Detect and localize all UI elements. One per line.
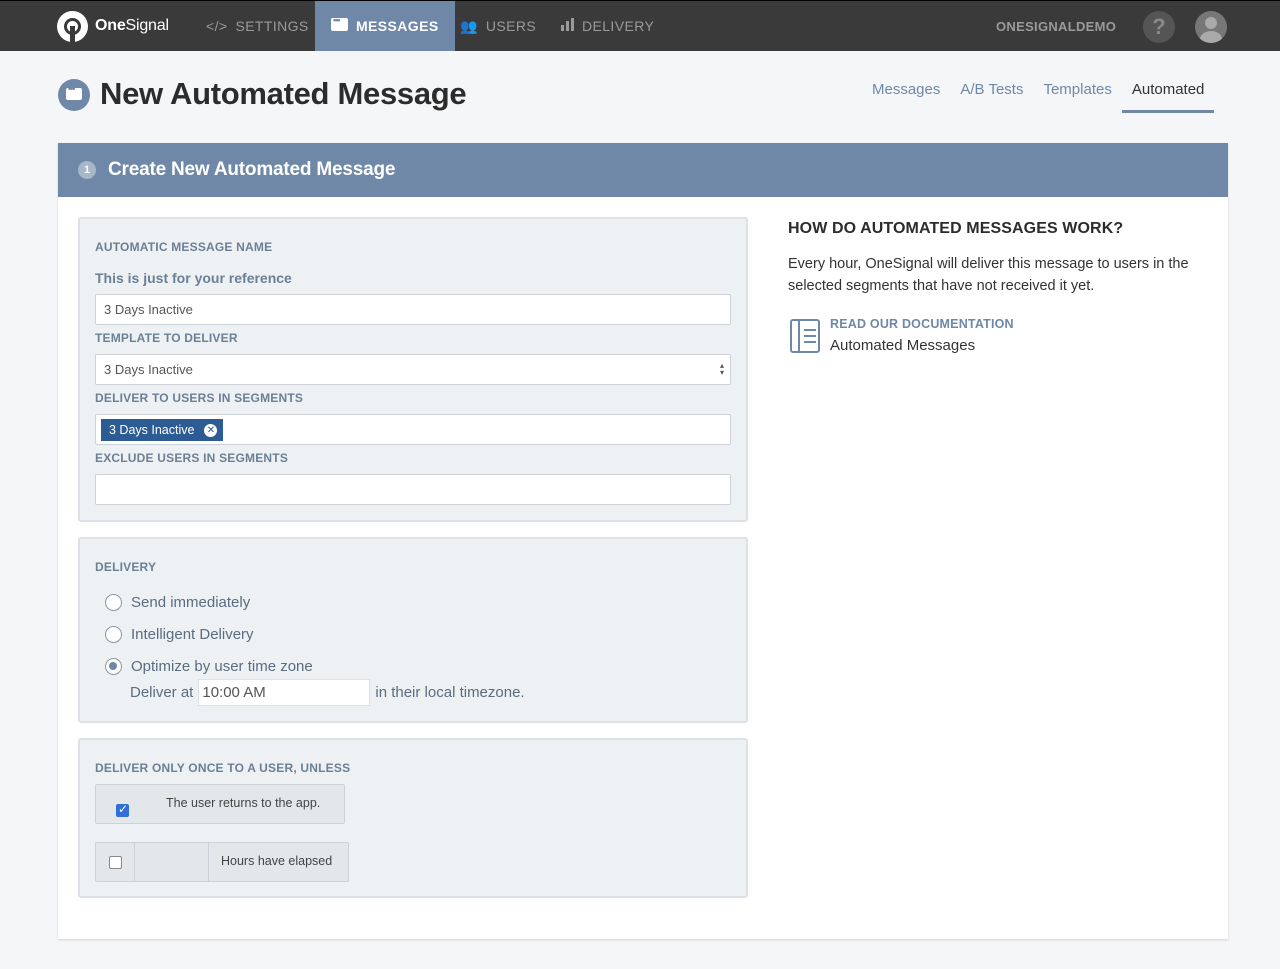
users-icon: 👥 <box>460 17 478 34</box>
account-name[interactable]: ONESIGNALDEMO <box>996 19 1116 34</box>
segment-tag: 3 Days Inactive ✕ <box>101 419 224 441</box>
deliver-once-panel: DELIVER ONLY ONCE TO A USER, UNLESS The … <box>78 738 748 898</box>
returns-text: The user returns to the app. <box>166 796 321 810</box>
nav-users[interactable]: 👥 USERS <box>460 1 536 51</box>
template-select[interactable]: 3 Days Inactive <box>95 354 731 385</box>
segments-input[interactable]: 3 Days Inactive ✕ <box>95 414 731 445</box>
nav-messages[interactable]: MESSAGES <box>315 1 455 51</box>
tab-ab-tests[interactable]: A/B Tests <box>950 68 1033 113</box>
message-bubble-icon <box>58 79 90 111</box>
create-message-card: 1 Create New Automated Message AUTOMATIC… <box>58 143 1228 939</box>
help-icon[interactable]: ? <box>1143 11 1175 43</box>
message-name-input[interactable]: 3 Days Inactive <box>95 294 731 325</box>
top-nav: OneSignal </> SETTINGS MESSAGES 👥 USERS … <box>0 0 1280 51</box>
tab-automated[interactable]: Automated <box>1121 68 1215 113</box>
hours-checkbox-group: Hours have elapsed <box>95 842 349 882</box>
tab-templates[interactable]: Templates <box>1033 68 1121 113</box>
card-header: 1 Create New Automated Message <box>58 143 1228 197</box>
deliver-at-prefix: Deliver at <box>130 684 194 701</box>
card-title: Create New Automated Message <box>108 159 396 180</box>
nav-delivery[interactable]: DELIVERY <box>561 1 654 51</box>
radio-optimize-timezone[interactable]: Optimize by user time zone <box>105 658 313 675</box>
documentation-link[interactable]: READ OUR DOCUMENTATION <box>830 317 1014 331</box>
onesignal-logo[interactable]: OneSignal <box>57 9 169 43</box>
exclude-label: EXCLUDE USERS IN SEGMENTS <box>95 451 289 465</box>
deliver-at-suffix: in their local timezone. <box>375 684 525 701</box>
onesignal-logo-icon <box>57 10 88 42</box>
hours-input[interactable] <box>134 843 209 881</box>
radio-intelligent-delivery[interactable]: Intelligent Delivery <box>105 626 254 643</box>
brand-name: OneSignal <box>95 17 169 34</box>
returns-checkbox-group[interactable]: The user returns to the app. <box>95 784 345 824</box>
nav-settings[interactable]: </> SETTINGS <box>206 1 309 51</box>
hours-checkbox[interactable] <box>109 856 122 869</box>
message-icon <box>331 15 348 34</box>
deliver-time-input[interactable]: 10:00 AM <box>198 679 371 706</box>
step-number-badge: 1 <box>78 161 96 179</box>
remove-tag-icon[interactable]: ✕ <box>204 423 218 437</box>
help-description: Every hour, OneSignal will deliver this … <box>788 256 1189 294</box>
nav-settings-label: SETTINGS <box>235 18 309 34</box>
deliver-once-label: DELIVER ONLY ONCE TO A USER, UNLESS <box>95 761 351 775</box>
documentation-subtitle[interactable]: Automated Messages <box>830 337 975 354</box>
nav-messages-label: MESSAGES <box>356 18 439 34</box>
radio-label: Intelligent Delivery <box>131 626 254 643</box>
sub-tabs: Messages A/B Tests Templates Automated <box>862 68 1215 113</box>
returns-checkbox[interactable] <box>116 802 129 817</box>
deliver-at-row: Deliver at 10:00 AM in their local timez… <box>130 679 525 706</box>
segment-tag-label: 3 Days Inactive <box>109 423 195 437</box>
name-hint: This is just for your reference <box>95 270 292 286</box>
exclude-segments-input[interactable] <box>95 474 731 505</box>
radio-send-immediately[interactable]: Send immediately <box>105 594 250 611</box>
radio-button[interactable] <box>105 626 122 643</box>
tab-messages[interactable]: Messages <box>862 68 950 113</box>
template-label: TEMPLATE TO DELIVER <box>95 331 238 345</box>
help-title: HOW DO AUTOMATED MESSAGES WORK? <box>788 220 1124 237</box>
radio-label: Optimize by user time zone <box>131 658 313 675</box>
nav-delivery-label: DELIVERY <box>582 18 655 34</box>
radio-label: Send immediately <box>131 594 251 611</box>
segments-label: DELIVER TO USERS IN SEGMENTS <box>95 391 304 405</box>
message-settings-panel: AUTOMATIC MESSAGE NAME This is just for … <box>78 217 748 522</box>
radio-button[interactable] <box>105 594 122 611</box>
delivery-panel: DELIVERY Send immediately Intelligent De… <box>78 537 748 723</box>
documentation-icon <box>790 319 820 353</box>
page-title: New Automated Message <box>100 76 467 111</box>
nav-users-label: USERS <box>485 18 537 34</box>
name-label: AUTOMATIC MESSAGE NAME <box>95 240 273 254</box>
delivery-label: DELIVERY <box>95 560 157 574</box>
hours-text: Hours have elapsed <box>221 854 333 868</box>
code-icon: </> <box>206 18 228 34</box>
bar-chart-icon <box>561 18 574 34</box>
radio-button-selected[interactable] <box>105 658 122 675</box>
avatar[interactable] <box>1195 11 1227 43</box>
